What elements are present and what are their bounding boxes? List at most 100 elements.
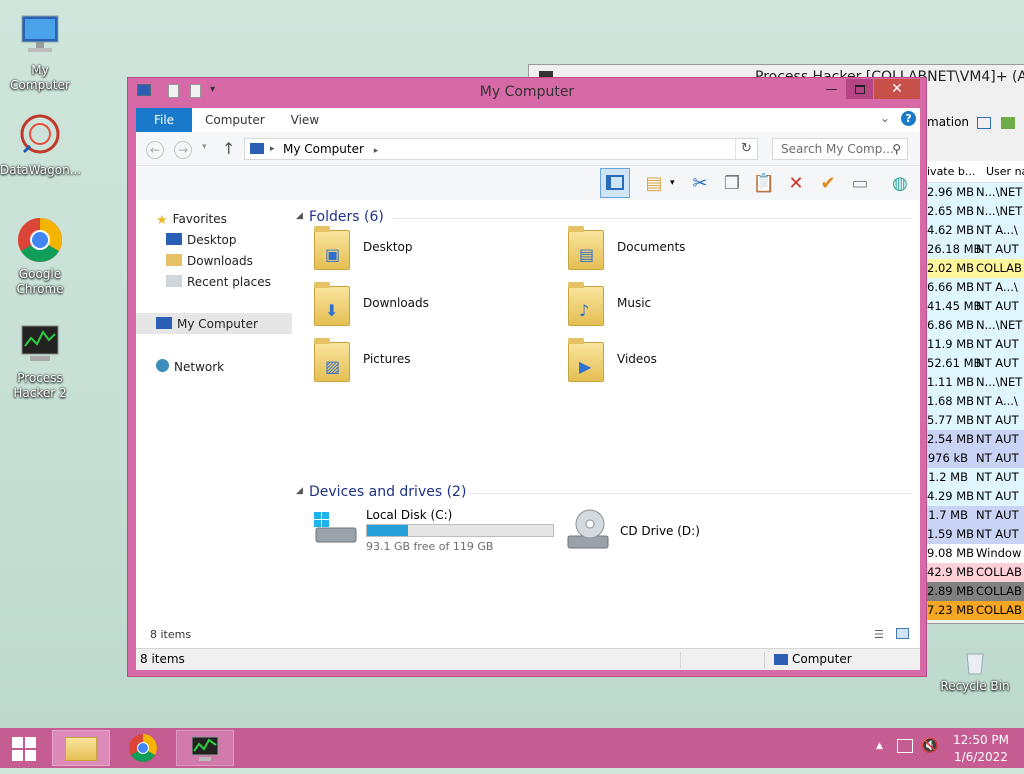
clock-time[interactable]: 12:50 PM — [950, 733, 1012, 747]
up-button[interactable]: ↑ — [222, 139, 235, 158]
minimize-button[interactable]: — — [818, 79, 845, 99]
process-row[interactable]: 1.11 MB N...\NET — [927, 373, 1024, 392]
taskbar-file-explorer[interactable] — [52, 730, 110, 766]
nav-network[interactable]: Network — [156, 359, 224, 374]
checkmark-icon[interactable]: ✔ — [816, 172, 840, 196]
process-row[interactable]: 1.59 MB NT AUT — [927, 525, 1024, 544]
process-row[interactable]: 42.9 MB COLLAB — [927, 563, 1024, 582]
preview-pane-icon[interactable] — [600, 168, 630, 198]
tab-computer[interactable]: Computer — [192, 108, 278, 132]
search-icon[interactable]: ⚲ — [892, 139, 901, 159]
process-row[interactable]: 6.86 MB N...\NET — [927, 316, 1024, 335]
process-row[interactable]: 4.62 MB NT A...\ — [927, 221, 1024, 240]
clock-date[interactable]: 1/6/2022 — [950, 750, 1012, 764]
delete-icon[interactable]: ✕ — [784, 172, 808, 196]
forward-button[interactable]: → — [174, 141, 192, 159]
user-name-column-header[interactable]: User nar — [982, 161, 1024, 182]
start-button[interactable] — [0, 730, 48, 766]
process-row[interactable]: 2.54 MB NT AUT — [927, 430, 1024, 449]
breadcrumb-my-computer[interactable]: My Computer — [283, 142, 364, 156]
explorer-window[interactable]: ▾ My Computer — ✕ File Computer View ⌄ ?… — [127, 77, 927, 677]
process-row[interactable]: 2.96 MB N...\NET — [927, 183, 1024, 202]
properties-dropdown-icon[interactable]: ▾ — [670, 178, 675, 188]
desktop-icon-my-computer[interactable]: My Computer — [0, 12, 80, 93]
folder-item-pictures[interactable]: ▨ Pictures — [312, 336, 552, 386]
process-row[interactable]: 4.29 MB NT AUT — [927, 487, 1024, 506]
devices-group-header[interactable]: Devices and drives (2) — [309, 484, 466, 500]
process-row[interactable]: 1.68 MB NT A...\ — [927, 392, 1024, 411]
desktop-icon-process-hacker[interactable]: Process Hacker 2 — [0, 320, 80, 401]
maximize-button[interactable] — [846, 79, 873, 99]
explorer-titlebar[interactable]: ▾ My Computer — ✕ — [128, 78, 926, 105]
recent-locations-icon[interactable]: ▾ — [202, 142, 207, 152]
drive-local-disk-c[interactable]: Local Disk (C:) 93.1 GB free of 119 GB — [312, 508, 562, 558]
expand-ribbon-icon[interactable]: ⌄ — [880, 111, 890, 125]
process-row[interactable]: 7.23 MB COLLAB — [927, 601, 1024, 620]
folder-item-documents[interactable]: ▤ Documents — [566, 224, 806, 274]
private-bytes-column-header[interactable]: ivate b... — [927, 161, 982, 182]
process-row[interactable]: 2.65 MB N...\NET — [927, 202, 1024, 221]
private-bytes-cell: 1.11 MB — [927, 375, 975, 389]
taskbar-chrome[interactable] — [114, 730, 172, 766]
collapse-devices-icon[interactable]: ◢ — [296, 486, 303, 496]
large-icons-view-icon[interactable] — [896, 628, 909, 639]
nav-desktop[interactable]: Desktop — [166, 233, 237, 247]
refresh-icon[interactable]: ↻ — [735, 139, 757, 159]
drive-cd-d[interactable]: CD Drive (D:) — [566, 508, 806, 558]
cut-icon[interactable]: ✂ — [688, 172, 712, 196]
process-row[interactable]: 976 kB NT AUT — [927, 449, 1024, 468]
desktop-icon-recycle-bin[interactable]: Recycle Bin — [935, 640, 1015, 694]
folder-item-downloads[interactable]: ⬇ Downloads — [312, 280, 552, 330]
process-row[interactable]: 1.7 MB NT AUT — [927, 506, 1024, 525]
address-box[interactable]: ▸ My Computer ▸ ↻ — [244, 138, 758, 160]
process-row[interactable]: 11.9 MB NT AUT — [927, 335, 1024, 354]
collapse-folders-icon[interactable]: ◢ — [296, 211, 303, 221]
paste-icon[interactable]: 📋 — [752, 172, 776, 196]
taskbar-process-hacker[interactable] — [176, 730, 234, 766]
search-input[interactable]: Search My Comp... — [781, 142, 894, 156]
process-row[interactable]: 5.77 MB NT AUT — [927, 411, 1024, 430]
folders-group-header[interactable]: Folders (6) — [309, 209, 384, 225]
process-row[interactable]: 1.2 MB NT AUT — [927, 468, 1024, 487]
back-button[interactable]: ← — [146, 141, 164, 159]
search-box[interactable]: Search My Comp... ⚲ — [772, 138, 908, 160]
process-row[interactable]: 9.08 MB Window — [927, 544, 1024, 563]
videos-folder-icon: ▶ — [566, 336, 608, 384]
private-bytes-cell: 4.62 MB — [927, 223, 975, 237]
network-globe-icon[interactable]: ◍ — [888, 172, 912, 196]
item-count-inner: 8 items — [150, 628, 192, 641]
computer-icon — [250, 143, 264, 154]
details-view-icon[interactable]: ☰ — [874, 628, 884, 641]
process-row[interactable]: 52.61 MB NT AUT — [927, 354, 1024, 373]
volume-muted-icon[interactable]: 🔇 — [921, 738, 938, 754]
window-icon[interactable] — [977, 117, 991, 129]
breadcrumb-chevron-icon[interactable]: ▸ — [374, 146, 379, 156]
copy-icon[interactable]: ❐ — [720, 172, 744, 196]
user-name-cell: NT A...\ — [976, 223, 1018, 237]
nav-downloads[interactable]: Downloads — [166, 254, 253, 268]
desktop-icon-chrome[interactable]: Google Chrome — [0, 216, 80, 297]
close-button[interactable]: ✕ — [874, 79, 920, 99]
process-row[interactable]: 6.66 MB NT A...\ — [927, 278, 1024, 297]
pictures-folder-icon: ▨ — [312, 336, 354, 384]
show-hidden-icons-icon[interactable]: ▲ — [876, 741, 883, 751]
process-row[interactable]: 2.89 MB COLLAB — [927, 582, 1024, 601]
tab-view[interactable]: View — [278, 108, 332, 132]
tab-file[interactable]: File — [136, 108, 192, 132]
folder-item-videos[interactable]: ▶ Videos — [566, 336, 806, 386]
folder-item-music[interactable]: ♪ Music — [566, 280, 806, 330]
nav-my-computer[interactable]: My Computer — [136, 313, 292, 334]
network-tray-icon[interactable] — [897, 739, 913, 753]
exit-icon[interactable] — [1001, 117, 1015, 129]
nav-recent-places[interactable]: Recent places — [166, 275, 271, 289]
help-icon[interactable]: ? — [901, 111, 916, 126]
folder-item-desktop[interactable]: ▣ Desktop — [312, 224, 552, 274]
process-row[interactable]: 26.18 MB NT AUT — [927, 240, 1024, 259]
breadcrumb-chevron-icon[interactable]: ▸ — [270, 139, 275, 159]
nav-favorites[interactable]: ★ Favorites — [156, 212, 227, 228]
properties-icon[interactable]: ▤ — [642, 172, 666, 196]
process-row[interactable]: 41.45 MB NT AUT — [927, 297, 1024, 316]
rename-icon[interactable]: ▭ — [848, 172, 872, 196]
desktop-icon-datawagon[interactable]: DataWagon... — [0, 112, 81, 178]
process-row[interactable]: 2.02 MB COLLAB — [927, 259, 1024, 278]
